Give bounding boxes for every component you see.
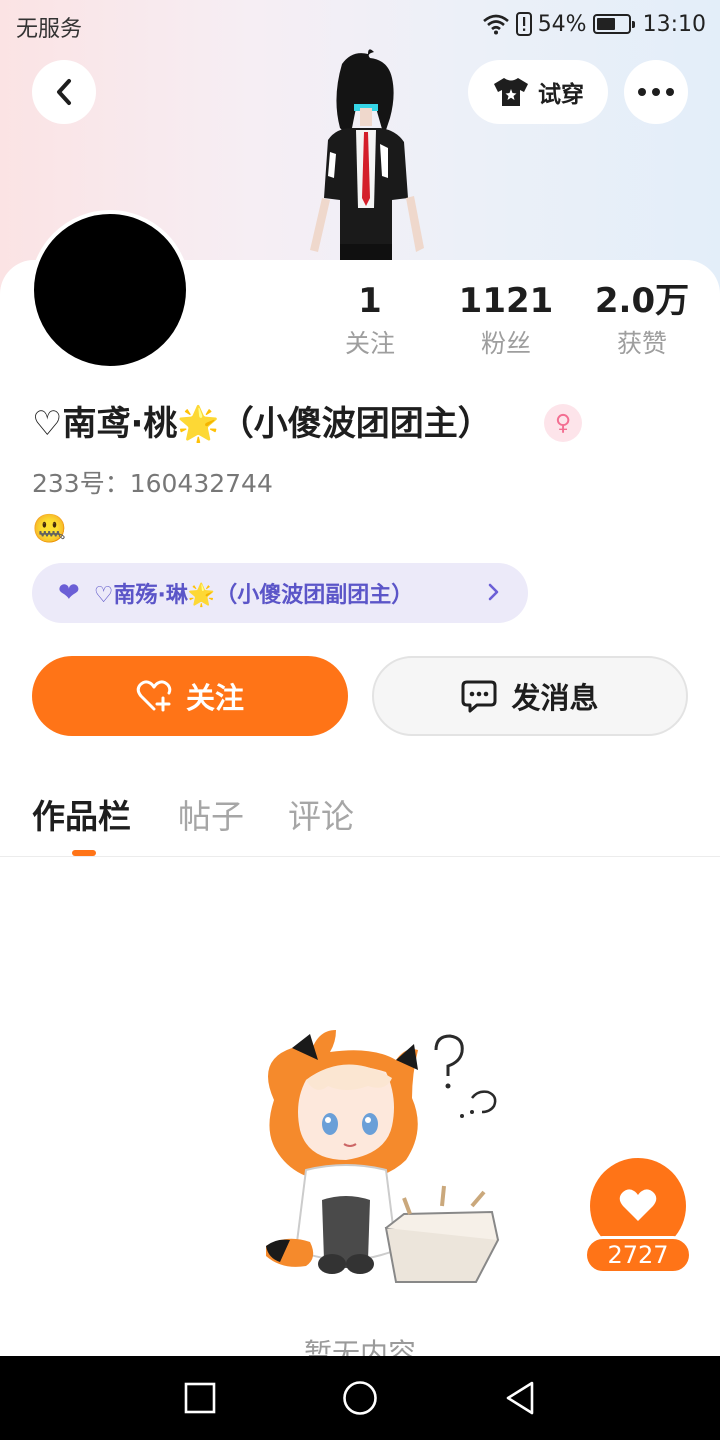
tab-works[interactable]: 作品栏 — [32, 790, 131, 838]
clock: 13:10 — [642, 11, 706, 37]
female-icon: ♀ — [544, 404, 582, 442]
back-button[interactable] — [32, 60, 96, 124]
heart-icon — [619, 1189, 657, 1221]
heart-plus-icon — [136, 680, 172, 712]
follow-button[interactable]: 关注 — [32, 656, 348, 736]
try-on-button[interactable]: 试穿 — [468, 60, 608, 124]
battery-icon — [592, 14, 635, 34]
empty-state-illustration — [266, 1030, 500, 1283]
stat-likes[interactable]: 2.0万 获赞 — [572, 280, 712, 360]
nickname: ♡南鸢·桃🌟（小傻波团团主） — [32, 404, 492, 444]
tshirt-icon — [494, 78, 528, 106]
message-button[interactable]: 发消息 — [372, 656, 688, 736]
stat-label: 获赞 — [616, 329, 667, 358]
stat-followers[interactable]: 1121 粉丝 — [436, 280, 576, 360]
stat-label: 关注 — [344, 329, 395, 358]
stat-label: 粉丝 — [480, 329, 531, 358]
signature: 🤐 — [32, 512, 67, 545]
cp-name: ♡南殇·琳🌟（小傻波团副团主） — [93, 583, 414, 608]
more-dots-icon — [638, 88, 674, 96]
user-id: 233号：160432744 — [32, 469, 273, 498]
stat-value: 2.0万 — [594, 281, 690, 321]
back-nav-icon[interactable] — [504, 1380, 536, 1416]
home-icon[interactable] — [342, 1380, 378, 1416]
status-bar: 无服务 54% 13:10 — [0, 0, 720, 50]
like-count-badge: 2727 — [584, 1236, 692, 1274]
system-navigation-bar — [0, 1356, 720, 1440]
avatar[interactable] — [30, 210, 190, 370]
battery-percent: 54% — [537, 11, 587, 37]
stat-value: 1121 — [458, 281, 554, 321]
chevron-right-icon — [488, 583, 499, 601]
carrier-label: 无服务 — [16, 17, 83, 42]
chevron-left-icon — [57, 79, 71, 105]
chat-bubble-icon — [461, 680, 497, 713]
message-label: 发消息 — [511, 681, 599, 715]
tab-divider — [0, 856, 720, 857]
heart-icon: ❤ — [58, 578, 80, 608]
stat-following[interactable]: 1 关注 — [300, 280, 440, 360]
recent-apps-icon[interactable] — [184, 1382, 216, 1414]
cp-link[interactable]: ❤ ♡南殇·琳🌟（小傻波团副团主） — [32, 563, 528, 623]
status-icons: 54% 13:10 — [482, 9, 706, 39]
avatar-character-figure — [310, 49, 424, 262]
tab-posts[interactable]: 帖子 — [178, 790, 244, 838]
tab-comments[interactable]: 评论 — [288, 790, 354, 838]
wifi-icon — [482, 14, 509, 35]
more-button[interactable] — [624, 60, 688, 124]
try-on-label: 试穿 — [538, 82, 584, 108]
alert-icon — [515, 12, 532, 36]
stat-value: 1 — [358, 281, 382, 321]
follow-label: 关注 — [185, 681, 244, 715]
